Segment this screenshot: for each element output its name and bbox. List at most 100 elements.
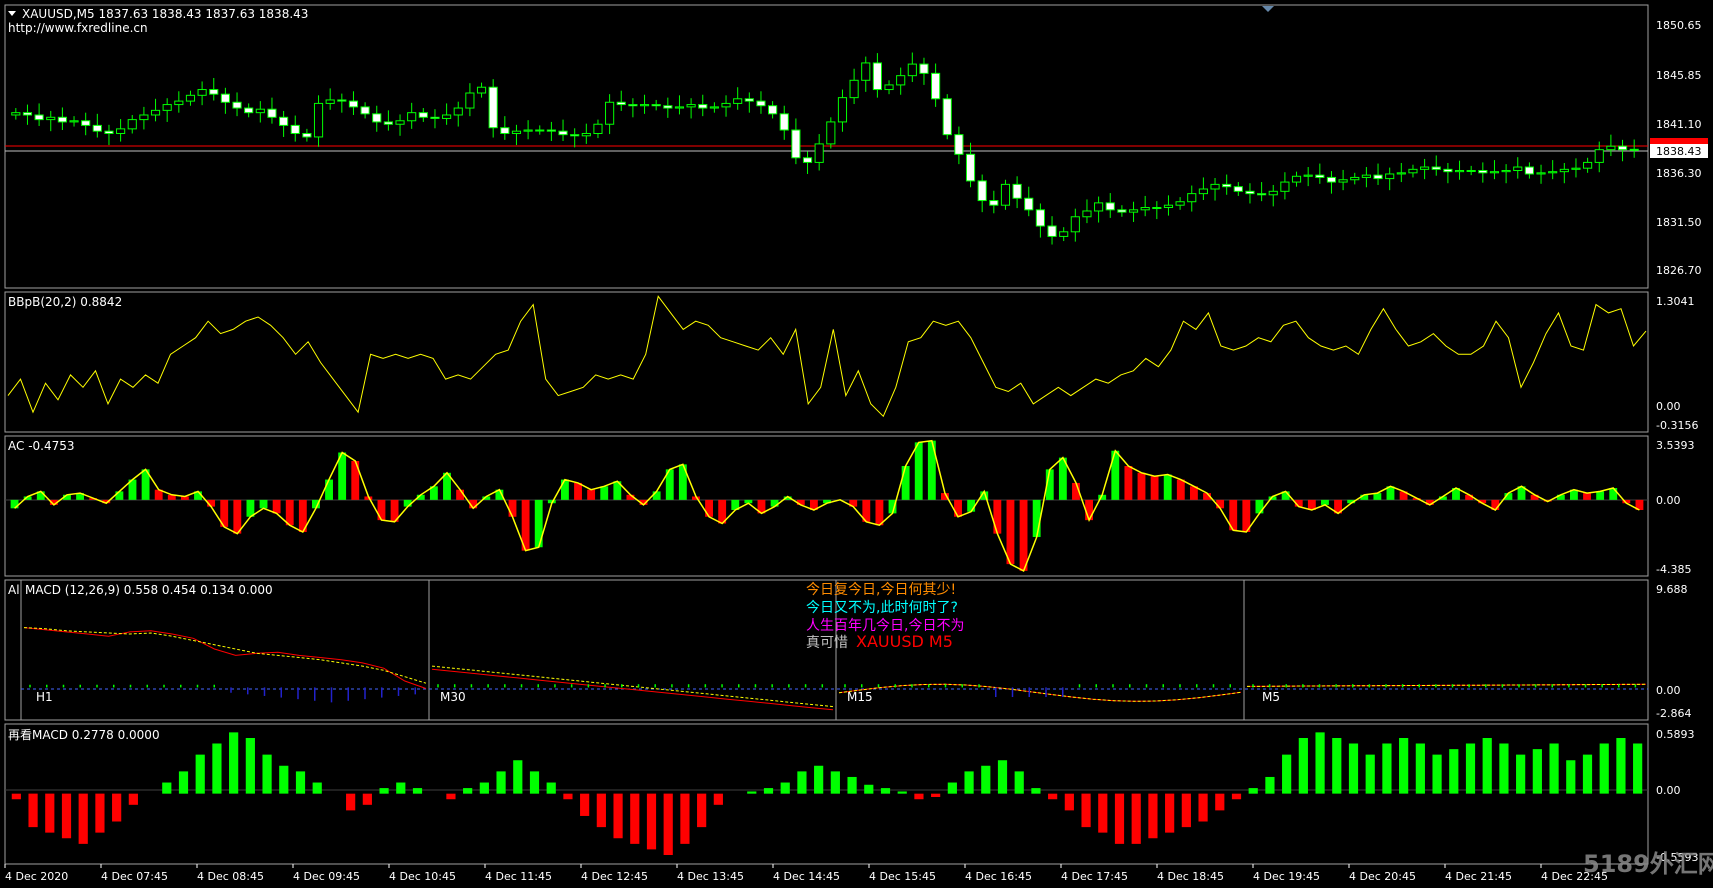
time-label: 4 Dec 19:45 [1253, 870, 1320, 883]
trading-chart[interactable]: XAUUSD,M5 1837.63 1838.43 1837.63 1838.4… [0, 0, 1713, 888]
candle-body [1024, 197, 1034, 211]
candle-body [581, 132, 591, 137]
candle-body [1408, 168, 1418, 174]
candle-body [523, 129, 533, 132]
candle-body [1047, 225, 1057, 237]
price-tick-4: 1831.50 [1656, 216, 1702, 229]
macd-pane-label-m15: M15 [847, 690, 873, 704]
time-label: 4 Dec 11:45 [485, 870, 552, 883]
bbpb-tick-1: 0.00 [1656, 400, 1681, 413]
candle-body [255, 108, 265, 114]
candle-body [733, 98, 743, 104]
candle-body [1454, 169, 1465, 173]
time-label: 4 Dec 10:45 [389, 870, 456, 883]
ac-tick-0: 3.5393 [1656, 439, 1695, 452]
candle-body [244, 107, 254, 114]
candle-body [34, 114, 44, 121]
candle-body [1280, 181, 1290, 192]
website-text: http://www.fxredline.cn [8, 21, 148, 35]
candle-body [779, 113, 789, 131]
candle-body [313, 102, 324, 138]
candle-body [977, 180, 987, 202]
ac-tick-1: 0.00 [1656, 494, 1681, 507]
candle-body [511, 130, 522, 134]
candle-body [1501, 169, 1511, 173]
ac-title: AC -0.4753 [8, 439, 75, 453]
candle-body [104, 130, 114, 134]
candle-body [686, 104, 696, 108]
candle-body [1222, 183, 1232, 188]
candle-body [1548, 171, 1558, 174]
candle-body [1012, 183, 1022, 199]
candle-body [570, 134, 580, 137]
time-label: 4 Dec 12:45 [581, 870, 648, 883]
candle-body [407, 112, 417, 122]
candle-body [209, 89, 219, 95]
macd-main-line-pane0 [23, 627, 427, 689]
candle-body [1198, 188, 1208, 195]
time-axis: 4 Dec 2020 4 Dec 07:45 4 Dec 08:45 4 Dec 09… [4, 864, 1608, 883]
time-label: 4 Dec 14:45 [773, 870, 840, 883]
candle-body [92, 124, 102, 132]
candle-body [768, 105, 778, 115]
candle-body [1303, 174, 1313, 177]
symbol-header: XAUUSD,M5 1837.63 1838.43 1837.63 1838.4… [22, 7, 308, 21]
macd2-title: 再看MACD 0.2778 0.0000 [8, 728, 160, 742]
candle-body [232, 101, 242, 109]
candle-body [1559, 168, 1569, 173]
candle-body [1315, 174, 1325, 178]
candle-body [1059, 231, 1069, 237]
time-label: 4 Dec 08:45 [197, 870, 264, 883]
candle-body [1361, 174, 1371, 178]
candle-body [1070, 216, 1080, 233]
candle-body [1466, 169, 1476, 172]
candle-body [942, 98, 952, 136]
candle-body [1571, 167, 1581, 170]
time-label: 4 Dec 2020 [5, 870, 68, 883]
candle-body [302, 132, 312, 138]
candle-body [1350, 176, 1360, 181]
candle-body [663, 105, 673, 109]
macd2-histogram [11, 732, 1643, 855]
macd-tick-0: 9.688 [1656, 583, 1688, 596]
candle-body [1000, 183, 1011, 206]
ac-histogram [10, 439, 1644, 572]
candle-body [1385, 173, 1395, 180]
candle-body [348, 100, 359, 108]
candle-body [872, 62, 882, 91]
candle-body [674, 106, 685, 109]
candle-body [639, 104, 650, 107]
candle-body [814, 143, 824, 163]
candle-body [1617, 145, 1628, 151]
candle-body [465, 92, 475, 109]
candle-body [756, 100, 766, 107]
shift-marker-icon[interactable] [1262, 6, 1274, 12]
candle-body [1326, 176, 1337, 183]
candle-body [558, 130, 568, 136]
candle-body [372, 113, 382, 123]
time-label: 4 Dec 15:45 [869, 870, 936, 883]
candle-body [127, 119, 137, 130]
bbpb-line [7, 295, 1647, 418]
candle-body [965, 153, 976, 182]
candle-body [931, 72, 941, 100]
candle-body [1140, 207, 1150, 211]
watermark: 5189外汇网 [1583, 850, 1713, 878]
bbpb-title: BBpB(20,2) 0.8842 [8, 295, 122, 309]
candle-body [1443, 168, 1453, 173]
candle-body [1396, 172, 1406, 175]
candle-body [279, 116, 289, 126]
candle-body [616, 101, 626, 106]
candle-body [1524, 166, 1534, 175]
candle-body [1583, 161, 1593, 169]
poem-line-4: 真可惜 [806, 635, 848, 651]
candle-body [1291, 175, 1302, 183]
time-label: 4 Dec 09:45 [293, 870, 360, 883]
candle-body [360, 106, 370, 115]
price-tick-1: 1845.85 [1656, 69, 1702, 82]
candle-body [395, 120, 405, 125]
price-tick-0: 1850.65 [1656, 19, 1702, 32]
candle-body [1163, 204, 1174, 209]
collapse-triangle-icon[interactable] [8, 11, 16, 16]
candle-body [476, 86, 487, 94]
